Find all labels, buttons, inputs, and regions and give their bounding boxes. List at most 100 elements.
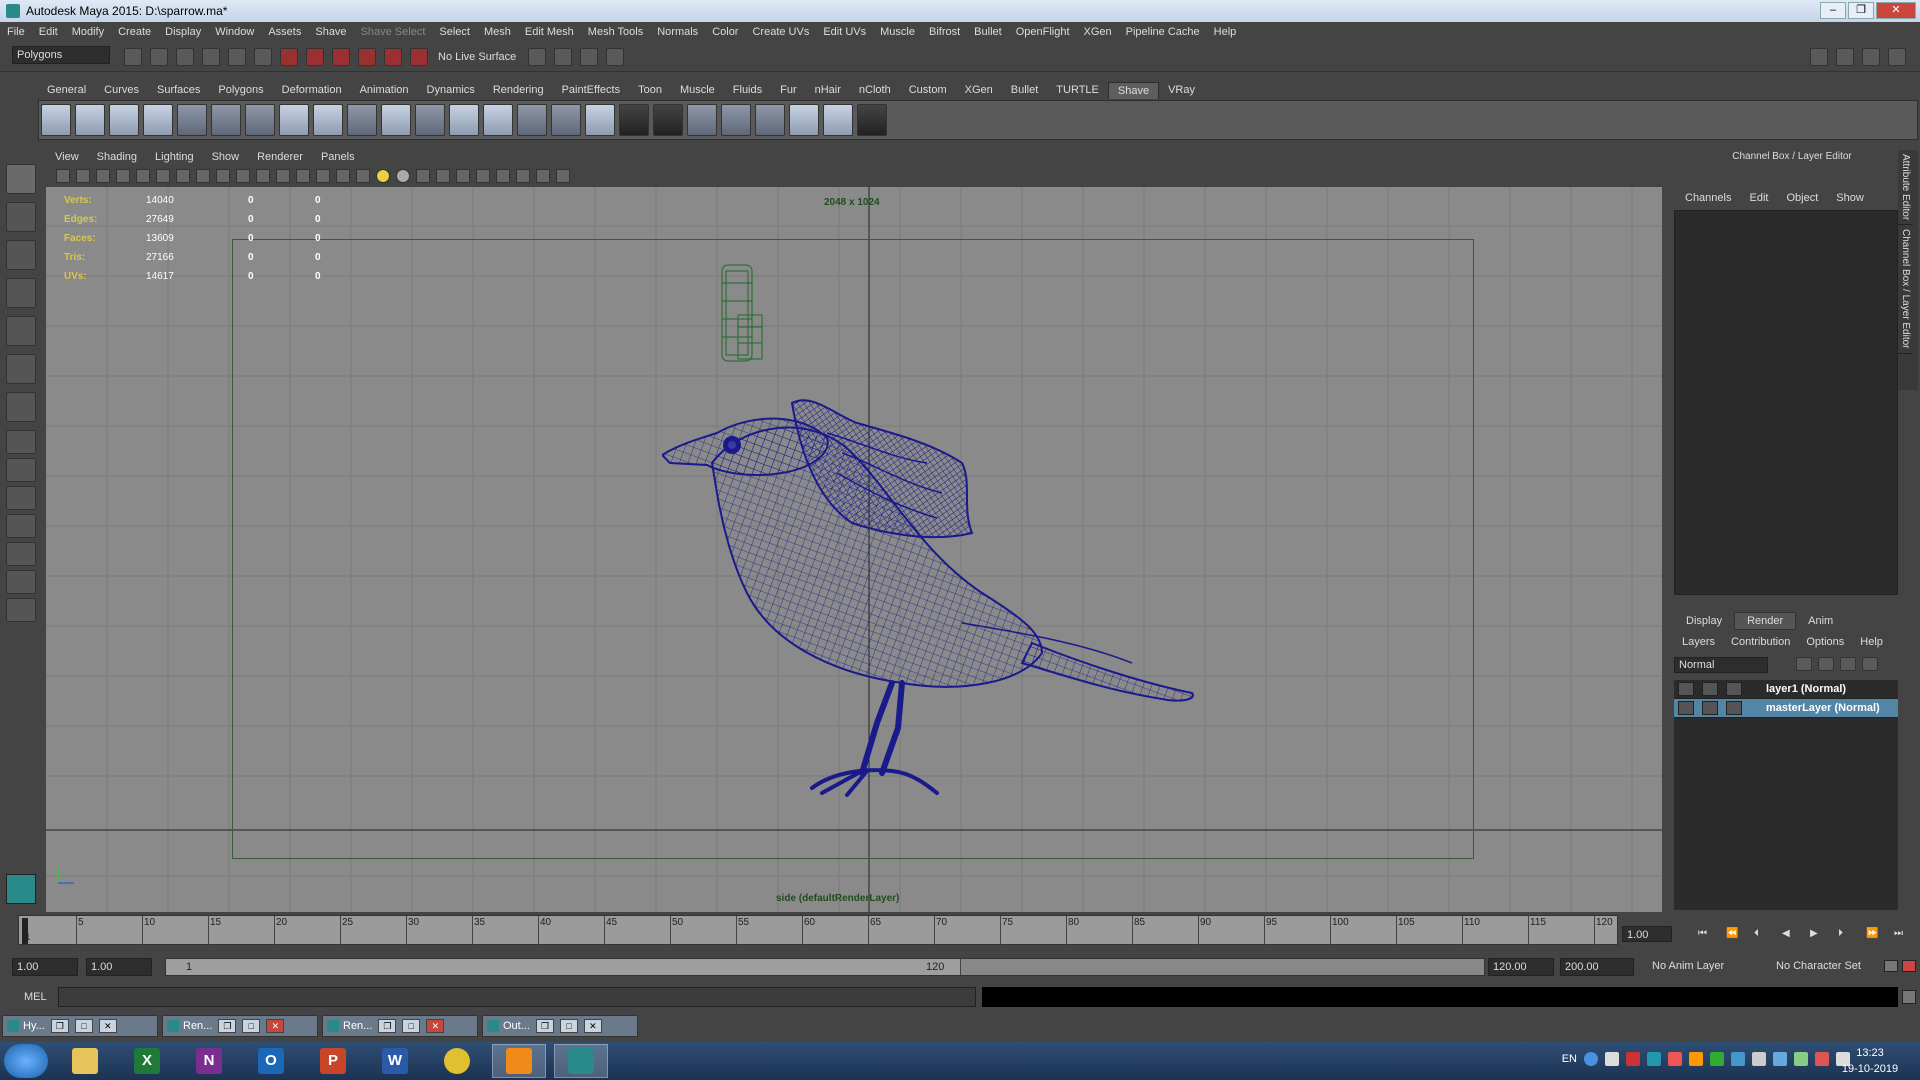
close-window-icon[interactable]: ✕: [98, 1019, 117, 1033]
menu-set-dropdown[interactable]: Polygons: [12, 46, 110, 64]
restore-window-icon[interactable]: ❐: [535, 1019, 554, 1033]
rotate-tool-icon[interactable]: [6, 316, 36, 346]
menu-create-uvs[interactable]: Create UVs: [745, 22, 816, 42]
shave-hand-icon[interactable]: [313, 104, 343, 136]
side-tab-attribute-editor[interactable]: Attribute Editor: [1898, 150, 1913, 226]
taskbar-app-outlook[interactable]: O: [244, 1044, 298, 1078]
select-component-icon[interactable]: [254, 48, 272, 66]
taskbar-app-explorer[interactable]: [58, 1044, 112, 1078]
go-to-start-icon[interactable]: ⏮: [1698, 928, 1712, 940]
graph-layout-icon[interactable]: [6, 514, 36, 538]
side-tab-channel-box[interactable]: Channel Box / Layer Editor: [1898, 225, 1913, 354]
playback-start-field[interactable]: 1.00: [86, 958, 152, 976]
step-forward-frame-icon[interactable]: ⏩: [1866, 928, 1880, 940]
playback-end-field[interactable]: 120.00: [1488, 958, 1554, 976]
layer-tab-render[interactable]: Render: [1734, 612, 1797, 630]
menu-assets[interactable]: Assets: [261, 22, 308, 42]
shave-comb-icon[interactable]: [347, 104, 377, 136]
viewport-menu-panels[interactable]: Panels: [312, 151, 364, 163]
xray-joints-icon[interactable]: [516, 169, 530, 183]
motion-blur-icon[interactable]: [436, 169, 450, 183]
network-icon[interactable]: [1731, 1052, 1745, 1066]
film-gate-icon[interactable]: [156, 169, 170, 183]
four-pane-layout-icon[interactable]: [6, 458, 36, 482]
xray-components-icon[interactable]: [536, 169, 550, 183]
maximize-window-icon[interactable]: □: [402, 1019, 421, 1033]
snap-live-icon[interactable]: [384, 48, 402, 66]
taskbar-app-onenote[interactable]: N: [182, 1044, 236, 1078]
maximize-window-icon[interactable]: □: [242, 1019, 261, 1033]
taskbar-app-vlc[interactable]: [492, 1044, 546, 1078]
sparrow-wireframe[interactable]: [662, 393, 1362, 823]
character-set-dropdown[interactable]: No Character Set: [1776, 960, 1861, 972]
safe-title-icon[interactable]: [256, 169, 270, 183]
viewport-menu-view[interactable]: View: [46, 151, 88, 163]
flag-icon[interactable]: [1815, 1052, 1829, 1066]
menu-edit[interactable]: Edit: [32, 22, 65, 42]
select-object-icon[interactable]: [228, 48, 246, 66]
scale-tool-icon[interactable]: [6, 354, 36, 384]
last-tool-icon[interactable]: [6, 392, 36, 422]
layer-tab-anim[interactable]: Anim: [1796, 613, 1845, 629]
isolate-select-icon[interactable]: [496, 169, 510, 183]
menu-file[interactable]: File: [0, 22, 32, 42]
open-scene-icon[interactable]: [150, 48, 168, 66]
ipr-render-icon[interactable]: [580, 48, 599, 66]
menu-openflight[interactable]: OpenFlight: [1009, 22, 1077, 42]
camera-select-icon[interactable]: [56, 169, 70, 183]
menu-edit-mesh[interactable]: Edit Mesh: [518, 22, 581, 42]
channel-box-menu-channels[interactable]: Channels: [1676, 192, 1740, 204]
menu-pipeline-cache[interactable]: Pipeline Cache: [1119, 22, 1207, 42]
preferences-icon[interactable]: [1902, 960, 1916, 972]
menu-shave-select[interactable]: Shave Select: [354, 22, 433, 42]
select-tool-icon[interactable]: [6, 164, 36, 194]
shelf-tab-painteffects[interactable]: PaintEffects: [553, 82, 630, 98]
start-button[interactable]: [4, 1044, 48, 1078]
step-forward-key-icon[interactable]: ⏵: [1838, 928, 1852, 940]
layer-row[interactable]: masterLayer (Normal): [1674, 699, 1898, 718]
ambient-occlusion-icon[interactable]: [416, 169, 430, 183]
mel-label[interactable]: MEL: [24, 991, 47, 1003]
layer-visibility-icon[interactable]: [1678, 701, 1694, 715]
shave-create-hair-2-icon[interactable]: [75, 104, 105, 136]
time-slider[interactable]: 1 5 10 15 20 25 30 35 40 45 50 55 60 65 …: [18, 915, 1618, 946]
new-layer-selected-icon[interactable]: [1862, 657, 1878, 671]
shave-create-hair-icon[interactable]: [41, 104, 71, 136]
grid-toggle-icon[interactable]: [136, 169, 150, 183]
step-back-frame-icon[interactable]: ⏪: [1726, 928, 1740, 940]
shelf-tab-bullet[interactable]: Bullet: [1002, 82, 1048, 98]
channel-box-area[interactable]: [1674, 210, 1898, 595]
maximize-window-icon[interactable]: □: [559, 1019, 578, 1033]
outliner-layout-icon[interactable]: [6, 486, 36, 510]
battery-icon[interactable]: [1794, 1052, 1808, 1066]
taskbar-app-maya[interactable]: [554, 1044, 608, 1078]
shave-clapboard-icon[interactable]: [653, 104, 683, 136]
animation-end-field[interactable]: 200.00: [1560, 958, 1634, 976]
antivirus-icon[interactable]: [1626, 1052, 1640, 1066]
taskbar-clock[interactable]: 13:23 19-10-2019: [1840, 1045, 1900, 1077]
wireframe-on-shaded-icon[interactable]: [316, 169, 330, 183]
layer-menu-options[interactable]: Options: [1798, 636, 1852, 648]
snap-view-plane-icon[interactable]: [358, 48, 376, 66]
restore-button[interactable]: ❐: [1848, 2, 1874, 19]
close-window-icon[interactable]: ✕: [266, 1019, 285, 1033]
restore-window-icon[interactable]: ❐: [50, 1019, 69, 1033]
shelf-tab-curves[interactable]: Curves: [95, 82, 148, 98]
custom-layout-icon[interactable]: [6, 598, 36, 622]
script-layout-icon[interactable]: [6, 570, 36, 594]
shave-undo-icon[interactable]: [755, 104, 785, 136]
new-layer-icon[interactable]: [1840, 657, 1856, 671]
step-back-key-icon[interactable]: ⏴: [1754, 928, 1768, 940]
hypershade-layout-icon[interactable]: [6, 542, 36, 566]
shelf-tab-turtle[interactable]: TURTLE: [1047, 82, 1108, 98]
menu-edit-uvs[interactable]: Edit UVs: [816, 22, 873, 42]
shave-strands-icon[interactable]: [789, 104, 819, 136]
viewport-menu-shading[interactable]: Shading: [88, 151, 146, 163]
current-frame-field[interactable]: 1.00: [1622, 926, 1672, 942]
close-button[interactable]: ✕: [1876, 2, 1916, 19]
layer-down-icon[interactable]: [1818, 657, 1834, 671]
layer-up-icon[interactable]: [1796, 657, 1812, 671]
shelf-tab-muscle[interactable]: Muscle: [671, 82, 724, 98]
layer-menu-contribution[interactable]: Contribution: [1723, 636, 1798, 648]
shelf-tab-rendering[interactable]: Rendering: [484, 82, 553, 98]
